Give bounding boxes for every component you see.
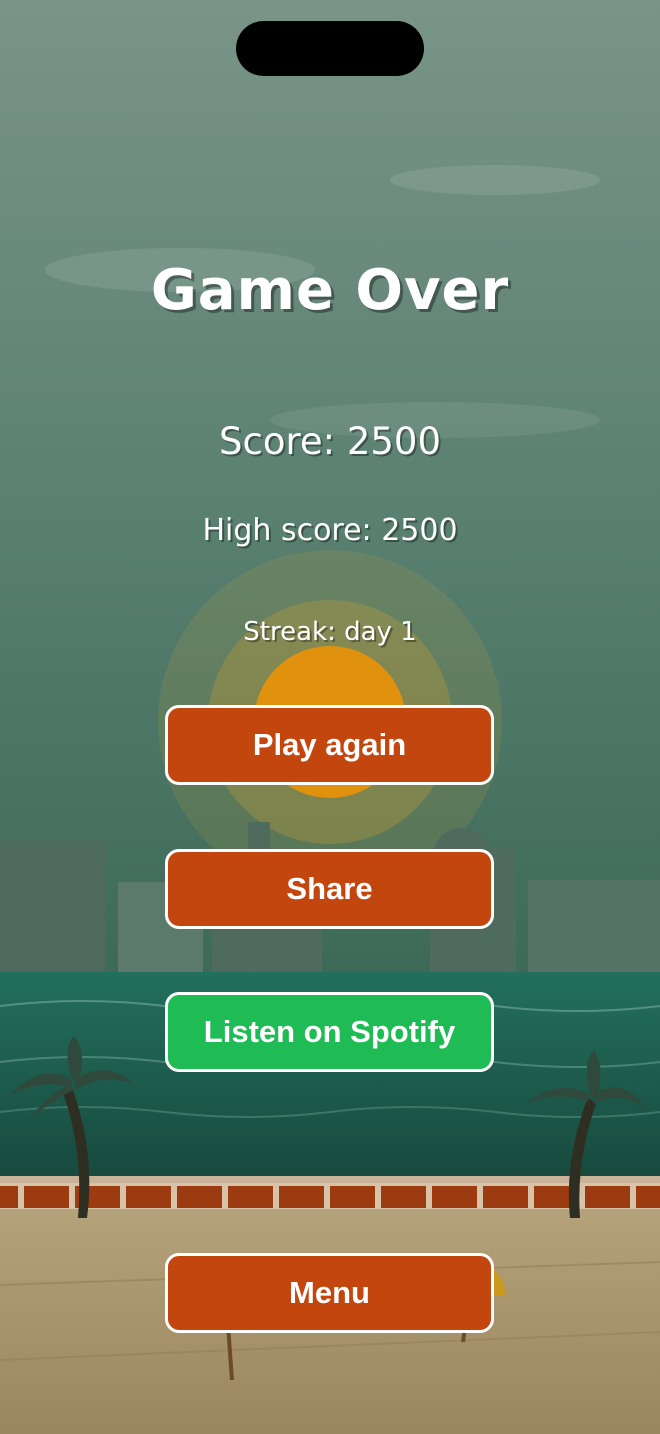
dynamic-island [236, 21, 424, 76]
streak-text: Streak: day 1 [243, 617, 417, 647]
wall-bricks [0, 1186, 660, 1208]
play-again-label: Play again [252, 727, 407, 762]
menu-button[interactable]: Menu [165, 1253, 494, 1333]
high-score-text: High score: 2500 [202, 513, 458, 548]
cloud [390, 165, 600, 195]
listen-on-spotify-button[interactable]: Listen on Spotify [165, 992, 494, 1072]
menu-label: Menu [289, 1275, 370, 1310]
play-again-button[interactable]: Play again [165, 705, 494, 785]
game-screen: Game Over Score: 2500 High score: 2500 S… [0, 0, 660, 1434]
listen-on-spotify-label: Listen on Spotify [203, 1014, 456, 1049]
wall-cap [0, 1176, 660, 1184]
game-over-title: Game Over [150, 258, 510, 323]
share-button[interactable]: Share [165, 849, 494, 929]
share-label: Share [286, 871, 373, 906]
score-text: Score: 2500 [218, 420, 442, 463]
